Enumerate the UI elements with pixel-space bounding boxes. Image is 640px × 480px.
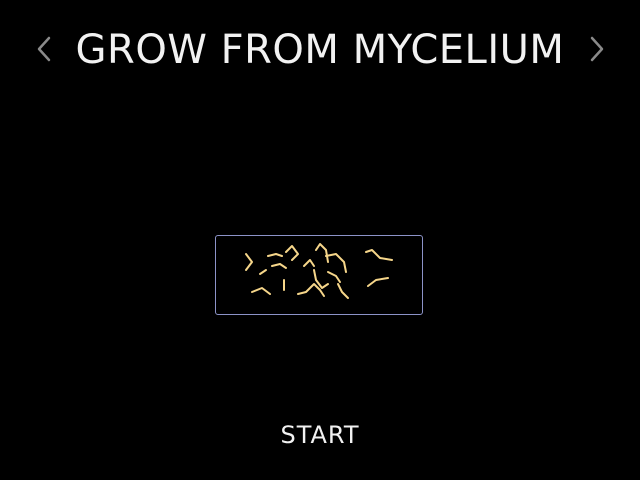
next-mode-button[interactable] xyxy=(585,32,609,66)
previous-mode-button[interactable] xyxy=(32,32,56,66)
title-bar: GROW FROM MYCELIUM xyxy=(0,18,640,82)
mycelium-hyphae-icon xyxy=(245,243,393,299)
mycelium-preview xyxy=(215,235,423,315)
chevron-right-icon xyxy=(590,36,604,62)
mode-title: GROW FROM MYCELIUM xyxy=(75,27,565,73)
chevron-left-icon xyxy=(37,36,51,62)
start-button[interactable]: START xyxy=(240,418,400,452)
